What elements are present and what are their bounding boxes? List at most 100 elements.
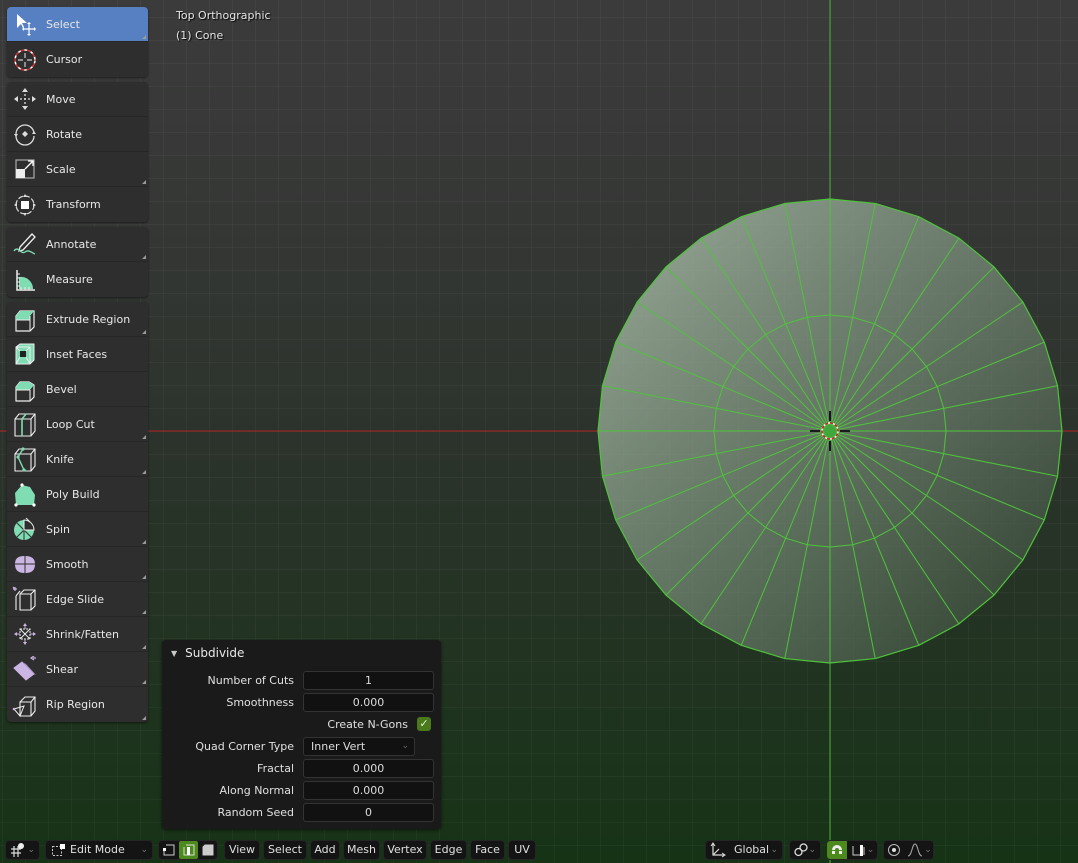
- operator-panel-subdivide[interactable]: ▼ Subdivide Number of Cuts 1 Smoothness …: [162, 640, 441, 829]
- bevel-icon: [12, 376, 38, 402]
- number-of-cuts-label: Number of Cuts: [207, 674, 294, 687]
- tool-label: Smooth: [46, 557, 89, 571]
- tool-measure[interactable]: Measure: [7, 262, 148, 297]
- smoothness-field[interactable]: 0.000: [303, 693, 434, 712]
- orientation-axes-icon: [710, 842, 726, 858]
- fractal-field[interactable]: 0.000: [303, 759, 434, 778]
- chevron-down-icon: ⌄: [808, 845, 816, 855]
- tool-rotate[interactable]: Rotate: [7, 117, 148, 152]
- submenu-indicator-icon: [142, 575, 146, 579]
- collapse-triangle-icon[interactable]: ▼: [171, 649, 177, 658]
- tool-transform[interactable]: Transform: [7, 187, 148, 222]
- view-name-label: Top Orthographic: [176, 9, 271, 22]
- menu-select[interactable]: Select: [263, 840, 307, 860]
- falloff-curve-icon: [908, 843, 923, 857]
- create-ngons-checkbox[interactable]: ✓: [417, 717, 431, 731]
- create-ngons-row: Create N-Gons ✓: [162, 715, 441, 735]
- menu-vertex[interactable]: Vertex: [383, 840, 427, 860]
- tool-group: Select Cursor: [7, 7, 148, 77]
- tool-label: Shear: [46, 662, 78, 676]
- chevron-down-icon: ⌄: [770, 845, 778, 855]
- edge-select-mode-button[interactable]: [179, 841, 198, 859]
- pivot-link-icon: [794, 843, 808, 857]
- transform-orientation-dropdown[interactable]: Global ⌄: [705, 840, 783, 860]
- random-seed-row: Random Seed 0: [162, 803, 441, 823]
- along-normal-row: Along Normal 0.000: [162, 781, 441, 801]
- select-box-icon: [12, 11, 38, 37]
- quad-corner-type-row: Quad Corner Type Inner Vert ⌄: [162, 737, 441, 757]
- tool-shear[interactable]: Shear: [7, 652, 148, 687]
- proportional-editing-toggle[interactable]: [884, 841, 904, 859]
- shrink-fatten-icon: [12, 621, 38, 647]
- menu-add[interactable]: Add: [310, 840, 340, 860]
- tool-label: Extrude Region: [46, 312, 131, 326]
- proportional-editing-group: ⌄: [883, 840, 934, 860]
- submenu-indicator-icon: [142, 680, 146, 684]
- falloff-dropdown[interactable]: ⌄: [905, 841, 934, 859]
- submenu-indicator-icon: [142, 435, 146, 439]
- submenu-indicator-icon: [142, 540, 146, 544]
- menu-edge[interactable]: Edge: [430, 840, 467, 860]
- poly-build-icon: [12, 481, 38, 507]
- snap-increment-icon: [852, 845, 865, 856]
- tool-bevel[interactable]: Bevel: [7, 372, 148, 407]
- tool-spin[interactable]: Spin: [7, 512, 148, 547]
- tool-shrink-fatten[interactable]: Shrink/Fatten: [7, 617, 148, 652]
- tool-select[interactable]: Select: [7, 7, 148, 42]
- mode-selector[interactable]: Edit Mode ⌄: [45, 840, 153, 860]
- tool-label: Select: [46, 17, 80, 31]
- loop-cut-icon: [12, 411, 38, 437]
- number-of-cuts-field[interactable]: 1: [303, 671, 434, 690]
- submenu-indicator-icon: [142, 35, 146, 39]
- tool-loop-cut[interactable]: Loop Cut: [7, 407, 148, 442]
- tool-label: Knife: [46, 452, 74, 466]
- tool-smooth[interactable]: Smooth: [7, 547, 148, 582]
- menu-uv[interactable]: UV: [508, 840, 536, 860]
- menu-face[interactable]: Face: [470, 840, 505, 860]
- menu-view[interactable]: View: [224, 840, 260, 860]
- face-select-mode-button[interactable]: [199, 841, 217, 859]
- tool-extrude-region[interactable]: Extrude Region: [7, 302, 148, 337]
- measure-icon: [12, 267, 38, 293]
- tool-label: Bevel: [46, 382, 77, 396]
- snap-target-dropdown[interactable]: ⌄: [848, 841, 878, 859]
- tool-group: Extrude Region Inset Faces Bevel Loop Cut Kn…: [7, 302, 148, 722]
- operator-title: Subdivide: [185, 646, 245, 660]
- tool-label: Transform: [46, 198, 101, 211]
- tool-inset-faces[interactable]: Inset Faces: [7, 337, 148, 372]
- annotate-icon: [12, 231, 38, 257]
- orientation-label: Global: [734, 843, 770, 856]
- menu-mesh[interactable]: Mesh: [343, 840, 380, 860]
- tool-annotate[interactable]: Annotate: [7, 227, 148, 262]
- tool-move[interactable]: Move: [7, 82, 148, 117]
- create-ngons-label: Create N-Gons: [327, 718, 408, 731]
- along-normal-field[interactable]: 0.000: [303, 781, 434, 800]
- pivot-point-dropdown[interactable]: ⌄: [789, 840, 821, 860]
- fractal-label: Fractal: [257, 762, 294, 775]
- spin-icon: [12, 516, 38, 542]
- submenu-indicator-icon: [142, 330, 146, 334]
- editor-type-button[interactable]: ⌄: [5, 840, 40, 860]
- snap-toggle[interactable]: [827, 841, 847, 859]
- smoothness-label: Smoothness: [226, 696, 294, 709]
- 3d-viewport-icon: [11, 843, 24, 857]
- operator-panel-header[interactable]: ▼ Subdivide: [171, 646, 244, 660]
- inset-icon: [12, 341, 38, 367]
- tool-label: Rotate: [46, 127, 83, 141]
- tool-scale[interactable]: Scale: [7, 152, 148, 187]
- quad-corner-type-value: Inner Vert: [311, 740, 366, 753]
- chevron-down-icon: ⌄: [140, 845, 148, 855]
- transform-icon: [12, 192, 38, 218]
- quad-corner-type-dropdown[interactable]: Inner Vert ⌄: [303, 737, 415, 756]
- tool-rip-region[interactable]: Rip Region: [7, 687, 148, 722]
- tool-knife[interactable]: Knife: [7, 442, 148, 477]
- submenu-indicator-icon: [142, 255, 146, 259]
- tool-edge-slide[interactable]: Edge Slide: [7, 582, 148, 617]
- tool-poly-build[interactable]: Poly Build: [7, 477, 148, 512]
- snapping-group: ⌄: [826, 840, 878, 860]
- tool-cursor[interactable]: Cursor: [7, 42, 148, 77]
- submenu-indicator-icon: [142, 470, 146, 474]
- vertex-select-mode-button[interactable]: [160, 841, 178, 859]
- random-seed-field[interactable]: 0: [303, 803, 434, 822]
- smoothness-row: Smoothness 0.000: [162, 693, 441, 713]
